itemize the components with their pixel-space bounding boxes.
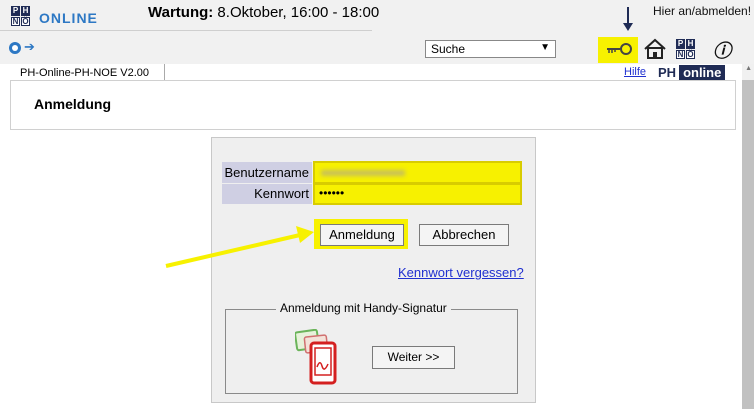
password-label: Kennwort <box>222 184 312 204</box>
username-label: Benutzername <box>222 162 312 183</box>
key-icon[interactable] <box>605 41 633 57</box>
down-arrow-icon <box>623 7 633 31</box>
logo-letter: N <box>11 16 20 26</box>
logo-letter: P <box>11 6 20 16</box>
phno-icon[interactable]: P H N Ö <box>676 39 695 59</box>
scrollbar-thumb[interactable] <box>742 80 754 409</box>
maintenance-notice: Wartung: 8.Oktober, 16:00 - 18:00 <box>148 4 379 21</box>
username-field[interactable] <box>313 161 522 184</box>
page-title: Anmeldung <box>34 96 111 112</box>
password-field[interactable]: •••••• <box>313 183 522 205</box>
info-icon[interactable]: ⓘ <box>713 37 731 63</box>
phone-signature-icon <box>295 329 337 385</box>
divider <box>0 30 372 31</box>
page-title-box: Anmeldung <box>10 80 736 130</box>
handy-signature-legend: Anmeldung mit Handy-Signatur <box>276 301 451 315</box>
search-select[interactable]: Suche ▼ <box>425 40 556 58</box>
logo-letter: N <box>676 49 685 59</box>
logo-letter: H <box>686 39 695 49</box>
brand-text: ONLINE <box>39 10 98 26</box>
ph-logo-online: online <box>679 65 726 80</box>
maintenance-label: Wartung: <box>148 4 214 21</box>
handy-signature-group: Anmeldung mit Handy-Signatur Weiter >> <box>225 301 518 394</box>
chevron-down-icon: ▼ <box>540 42 550 53</box>
next-button[interactable]: Weiter >> <box>372 346 455 369</box>
logo-letter: Ö <box>21 16 30 26</box>
forgot-password-link[interactable]: Kennwort vergessen? <box>398 265 524 280</box>
home-icon[interactable] <box>644 38 666 60</box>
version-tab: PH-Online-PH-NOE V2.00 <box>10 64 165 81</box>
nav-circle-icon[interactable] <box>9 42 21 54</box>
search-select-value: Suche <box>431 42 466 56</box>
scroll-up-icon[interactable]: ▲ <box>745 65 752 72</box>
logo-letter: H <box>21 6 30 16</box>
login-logout-link[interactable]: Hier an/abmelden! <box>653 4 751 18</box>
ph-logo-ph: PH <box>658 65 677 80</box>
ph-online-logo: PH online <box>655 65 726 80</box>
help-link[interactable]: Hilfe <box>624 66 646 78</box>
login-panel: Benutzername Kennwort •••••• Anmeldung A… <box>211 137 536 403</box>
nav-arrow-icon[interactable]: ➔ <box>24 39 35 55</box>
username-value-blurred <box>321 170 405 176</box>
cancel-button[interactable]: Abbrechen <box>419 224 509 246</box>
phno-logo: P H N Ö <box>11 6 30 26</box>
login-button[interactable]: Anmeldung <box>320 224 404 246</box>
top-bar: P H N Ö ONLINE Wartung: 8.Oktober, 16:00… <box>0 0 754 64</box>
logo-letter: Ö <box>686 49 695 59</box>
maintenance-text: 8.Oktober, 16:00 - 18:00 <box>213 4 380 21</box>
logo-letter: P <box>676 39 685 49</box>
